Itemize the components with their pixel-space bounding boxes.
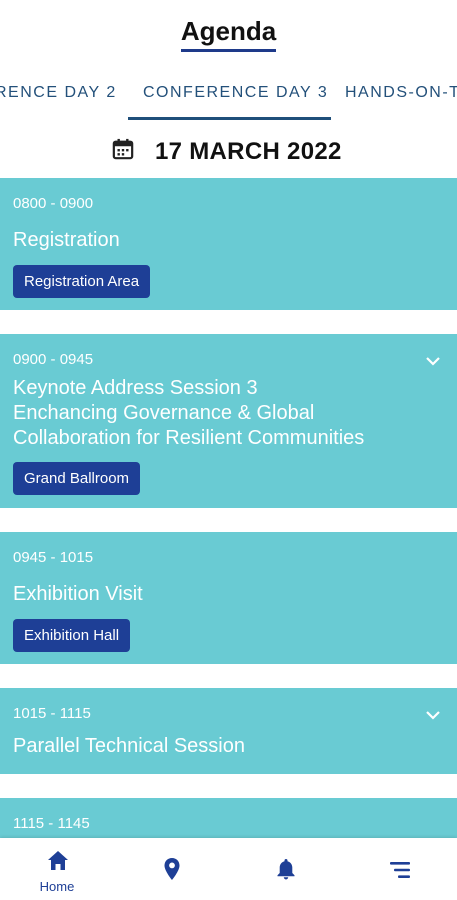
nav-home[interactable]: Home [0,838,114,900]
date-header: 17 MARCH 2022 [0,132,457,172]
session-card[interactable]: 0800 - 0900 Registration Registration Ar… [0,178,457,310]
bell-icon [277,859,295,880]
tab-conference-day-3[interactable]: CONFERENCE DAY 3 [143,84,328,102]
menu-icon [390,862,410,878]
active-tab-indicator [128,117,331,120]
session-title-line: Collaboration for Resilient Communities [13,427,365,449]
app-header: Agenda [0,0,457,60]
session-time: 1015 - 1115 [13,705,91,722]
session-title: Exhibition Visit [13,583,143,605]
session-time: 0900 - 0945 [13,351,94,368]
page-title: Agenda [180,16,277,46]
nav-menu[interactable] [342,838,456,900]
session-list: 0800 - 0900 Registration Registration Ar… [0,178,457,838]
nav-notifications[interactable] [228,838,342,900]
session-title-line: Keynote Address Session 3 [13,377,258,399]
title-underline [181,49,276,52]
location-badge[interactable]: Exhibition Hall [13,619,131,652]
chevron-down-icon[interactable] [425,355,441,367]
session-title: Parallel Technical Session [13,735,245,757]
tab-hands-on[interactable]: HANDS-ON-T [345,84,457,102]
session-card[interactable]: 0945 - 1015 Exhibition Visit Exhibition … [0,532,457,664]
date-text: 17 MARCH 2022 [155,138,342,165]
bottom-navigation: Home [0,838,457,900]
session-time: 1115 - 1145 [13,815,90,832]
session-time: 0945 - 1015 [13,549,94,566]
calendar-icon [112,138,134,160]
session-card[interactable]: 0900 - 0945 Keynote Address Session 3 En… [0,334,457,508]
chevron-down-icon[interactable] [425,709,441,721]
location-badge[interactable]: Grand Ballroom [13,462,141,495]
session-card[interactable]: 1015 - 1115 Parallel Technical Session [0,688,457,774]
day-tabs: RENCE DAY 2 CONFERENCE DAY 3 HANDS-ON-T [0,72,457,120]
map-pin-icon [164,858,180,880]
session-card[interactable]: 1115 - 1145 [0,798,457,838]
session-time: 0800 - 0900 [13,195,94,212]
home-icon [48,851,68,870]
nav-map[interactable] [114,838,228,900]
nav-home-label: Home [39,879,75,894]
session-title-line: Enchancing Governance & Global [13,402,315,424]
session-title: Registration [13,229,120,251]
location-badge[interactable]: Registration Area [13,265,151,298]
tab-conference-day-2[interactable]: RENCE DAY 2 [0,84,117,102]
